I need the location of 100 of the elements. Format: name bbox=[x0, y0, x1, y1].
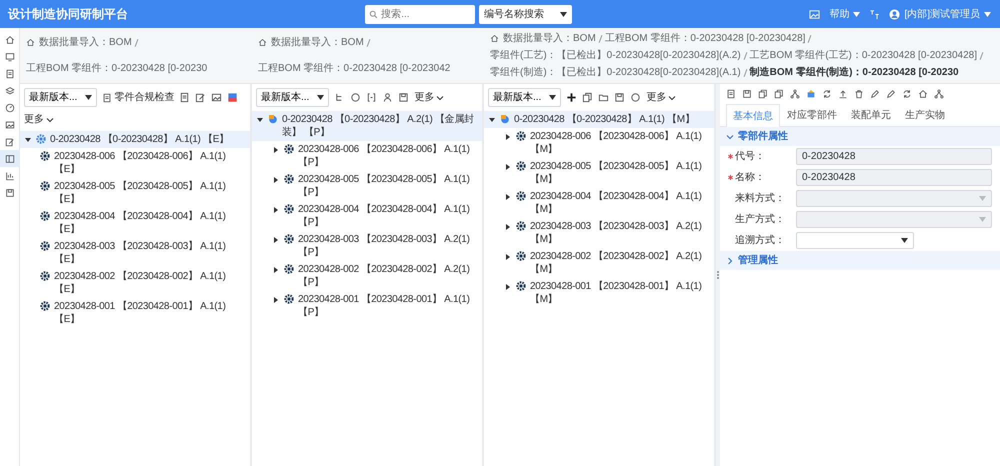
plus-icon[interactable] bbox=[566, 92, 578, 103]
breadcrumb-link[interactable]: 工程BOM 零组件：0-20230428 [0-20230428] bbox=[604, 31, 806, 46]
tab[interactable]: 生产实物 bbox=[898, 104, 952, 126]
select-field[interactable] bbox=[796, 232, 914, 249]
chevron-icon bbox=[726, 132, 734, 140]
gear-icon bbox=[40, 271, 50, 281]
tree-item[interactable]: 20230428-001 【20230428-001】 A.1(1) 【P】 bbox=[252, 291, 482, 321]
tree-item[interactable]: 20230428-001 【20230428-001】 A.1(1) 【E】 bbox=[20, 298, 250, 328]
section-title: 管理属性 bbox=[738, 254, 778, 268]
document-icon bbox=[102, 92, 112, 102]
user-menu[interactable]: [内部]测试管理员 bbox=[888, 6, 992, 22]
chevron-icon bbox=[436, 94, 444, 102]
home-icon[interactable] bbox=[918, 89, 928, 99]
save-icon[interactable] bbox=[742, 89, 752, 99]
tree-item[interactable]: 20230428-004 【20230428-004】 A.1(1) 【P】 bbox=[252, 201, 482, 231]
image-icon[interactable] bbox=[211, 92, 222, 103]
copy-icon[interactable] bbox=[774, 89, 784, 99]
translate-icon[interactable] bbox=[869, 8, 880, 20]
tree-item[interactable]: 20230428-003 【20230428-003】 A.1(1) 【E】 bbox=[20, 238, 250, 268]
breadcrumb-link[interactable]: 工程BOM 零组件：0-20230428 [0-20230 bbox=[26, 60, 208, 76]
caret-icon bbox=[85, 95, 92, 100]
folder-icon[interactable] bbox=[598, 92, 610, 103]
version-dropdown[interactable]: 最新版本... bbox=[488, 88, 562, 107]
tab[interactable]: 基本信息 bbox=[726, 104, 780, 127]
sidebar-item[interactable] bbox=[0, 150, 20, 167]
breadcrumb-link[interactable]: 数据批量导入：BOM bbox=[271, 35, 364, 50]
avatar-icon bbox=[889, 8, 900, 20]
home-icon[interactable] bbox=[258, 38, 267, 48]
breadcrumb-link[interactable]: 数据批量导入：BOM bbox=[39, 35, 132, 50]
caret-icon bbox=[984, 12, 991, 16]
field-label: 代号： bbox=[735, 150, 765, 164]
search-mode-dropdown[interactable]: 编号名称搜索 bbox=[479, 4, 572, 24]
circle-icon[interactable] bbox=[350, 92, 362, 103]
refresh-icon[interactable] bbox=[822, 89, 832, 99]
copy-icon[interactable] bbox=[582, 92, 594, 103]
tab[interactable]: 对应零部件 bbox=[780, 104, 844, 126]
home-icon[interactable] bbox=[26, 38, 35, 48]
gear-icon bbox=[516, 131, 526, 141]
tab[interactable]: 装配单元 bbox=[844, 104, 898, 126]
tree-item[interactable]: 20230428-002 【20230428-002】 A.2(1) 【P】 bbox=[252, 261, 482, 291]
breadcrumb-link[interactable]: 工程BOM 零组件：0-20230428 [0-2023042 bbox=[258, 60, 450, 76]
tree-item[interactable]: 20230428-001 【20230428-001】 A.1(1) 【M】 bbox=[484, 278, 714, 308]
tree-item[interactable]: 20230428-003 【20230428-003】 A.2(1) 【M】 bbox=[484, 218, 714, 248]
gear-icon bbox=[284, 204, 294, 214]
trash-icon[interactable] bbox=[854, 89, 864, 99]
tree-item[interactable]: 20230428-004 【20230428-004】 A.1(1) 【M】 bbox=[484, 188, 714, 218]
version-dropdown[interactable]: 最新版本... bbox=[256, 88, 330, 107]
breadcrumb-link[interactable]: 零组件(工艺)：【已检出】0-20230428[0-20230428](A.2) bbox=[490, 48, 741, 63]
network-icon[interactable] bbox=[934, 89, 944, 99]
bracket-icon[interactable] bbox=[366, 92, 378, 103]
section-header[interactable]: 零部件属性 bbox=[720, 127, 1000, 146]
copy-icon[interactable] bbox=[758, 89, 768, 99]
breadcrumb-link[interactable]: 数据批量导入：BOM bbox=[503, 31, 596, 46]
breadcrumb-link[interactable]: 制造BOM 零组件(制造)：0-20230428 [0-20230 bbox=[750, 65, 959, 80]
package-icon[interactable] bbox=[806, 89, 816, 99]
splitter-handle[interactable] bbox=[716, 270, 720, 280]
tree-item[interactable]: 0-20230428 【0-20230428】 A.1(1) 【E】 bbox=[20, 131, 250, 148]
person-icon[interactable] bbox=[382, 92, 394, 103]
layers-icon bbox=[5, 86, 15, 96]
tree-item[interactable]: 20230428-006 【20230428-006】 A.1(1) 【M】 bbox=[484, 128, 714, 158]
home-icon[interactable] bbox=[490, 34, 499, 43]
gear-icon bbox=[284, 234, 294, 244]
document-icon[interactable] bbox=[179, 92, 190, 103]
save-icon[interactable] bbox=[398, 92, 410, 103]
tree-item[interactable]: 20230428-006 【20230428-006】 A.1(1) 【P】 bbox=[252, 141, 482, 171]
help-menu[interactable]: 帮助 bbox=[828, 6, 862, 22]
circle-icon[interactable] bbox=[630, 92, 642, 103]
tree-item[interactable]: 20230428-005 【20230428-005】 A.1(1) 【M】 bbox=[484, 158, 714, 188]
section-title: 零部件属性 bbox=[738, 130, 788, 144]
document-icon[interactable] bbox=[726, 89, 736, 99]
tree-item[interactable]: 20230428-003 【20230428-003】 A.2(1) 【P】 bbox=[252, 231, 482, 261]
version-dropdown[interactable]: 最新版本... bbox=[24, 88, 98, 107]
tree-item[interactable]: 20230428-005 【20230428-005】 A.1(1) 【E】 bbox=[20, 178, 250, 208]
tree-item[interactable]: 20230428-004 【20230428-004】 A.1(1) 【E】 bbox=[20, 208, 250, 238]
field-label: 追溯方式： bbox=[735, 234, 785, 248]
part-icon bbox=[500, 114, 510, 124]
tree-item[interactable]: 0-20230428 【0-20230428】 A.2(1) 【金属封装】 【P】 bbox=[252, 111, 482, 141]
flag-icon[interactable] bbox=[227, 92, 238, 103]
more-menu[interactable]: 更多 bbox=[414, 90, 444, 105]
caret-icon bbox=[979, 196, 986, 201]
tree-item[interactable]: 20230428-002 【20230428-002】 A.1(1) 【E】 bbox=[20, 268, 250, 298]
save-icon[interactable] bbox=[614, 92, 626, 103]
home-icon bbox=[5, 34, 15, 44]
search-field[interactable]: 搜索... bbox=[365, 4, 476, 24]
tree-item[interactable]: 0-20230428 【0-20230428】 A.1(1) 【M】 bbox=[484, 111, 714, 128]
refresh-icon[interactable] bbox=[902, 89, 912, 99]
more-menu[interactable]: 更多 bbox=[24, 112, 54, 127]
edit-icon[interactable] bbox=[195, 92, 206, 103]
network-icon[interactable] bbox=[790, 89, 800, 99]
compliance-check-button[interactable]: 零件合规检查 bbox=[102, 90, 174, 105]
more-menu[interactable]: 更多 bbox=[646, 90, 676, 105]
breadcrumb-link[interactable]: 零组件(制造)：【已检出】0-20230428[0-20230428](A.1) bbox=[490, 65, 741, 80]
panel-icon bbox=[5, 154, 15, 164]
tree-item[interactable]: 20230428-005 【20230428-005】 A.1(1) 【P】 bbox=[252, 171, 482, 201]
gear-icon bbox=[284, 294, 294, 304]
tree-item[interactable]: 20230428-006 【20230428-006】 A.1(1) 【E】 bbox=[20, 148, 250, 178]
tree-item[interactable]: 20230428-002 【20230428-002】 A.2(1) 【M】 bbox=[484, 248, 714, 278]
section-header[interactable]: 管理属性 bbox=[720, 251, 1000, 270]
breadcrumb-link[interactable]: 工艺BOM 零组件(工艺)：0-20230428 [0-20230428] bbox=[750, 48, 977, 63]
upload-icon[interactable] bbox=[838, 89, 848, 99]
